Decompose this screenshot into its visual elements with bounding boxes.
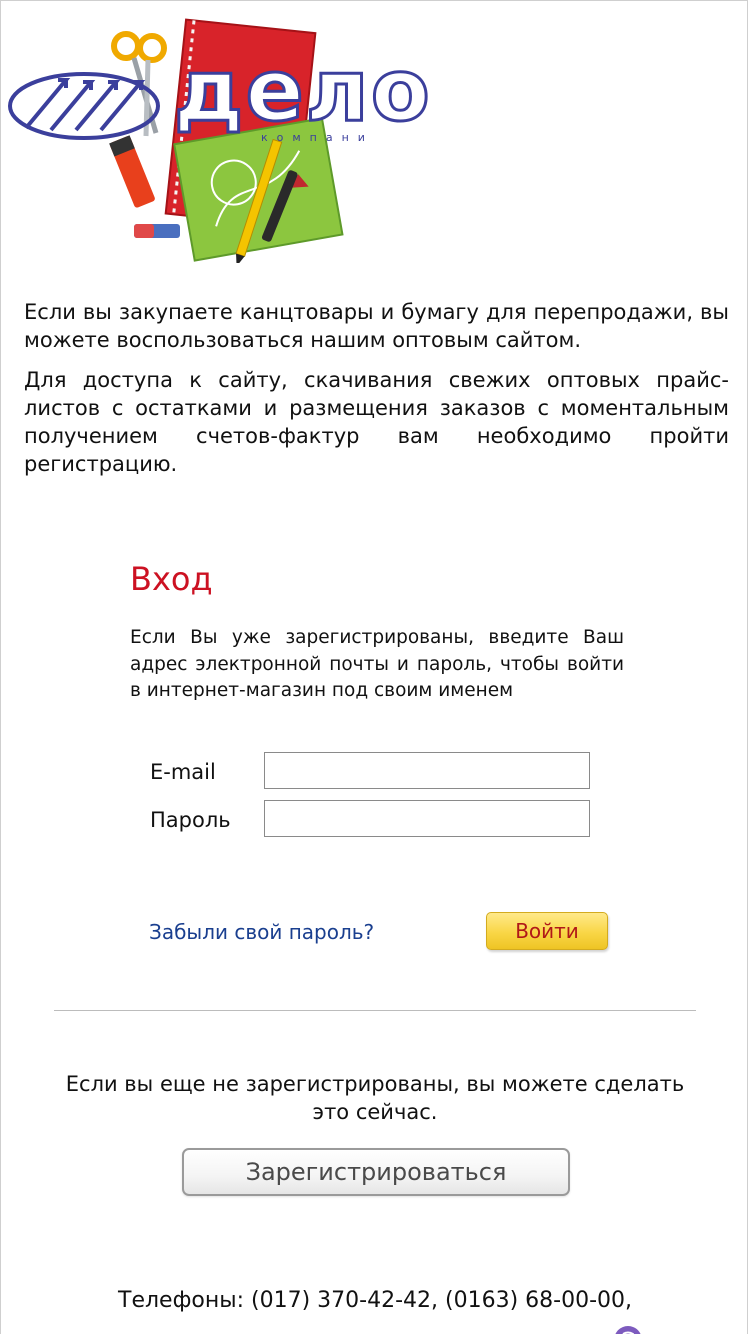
footer-phones: Телефоны: (017) 370-42-42, (0163) 68-00-… — [0, 1288, 750, 1313]
email-label: E-mail — [150, 760, 216, 784]
login-description: Если Вы уже зарегистрированы, введите Ва… — [130, 627, 624, 701]
login-button[interactable]: Войти — [486, 912, 608, 950]
password-label: Пароль — [150, 808, 231, 832]
register-prompt: Если вы еще не зарегистрированы, вы може… — [65, 1072, 685, 1124]
company-logo[interactable]: дело компани — [6, 18, 431, 263]
password-input[interactable] — [264, 800, 590, 837]
email-input[interactable] — [264, 752, 590, 789]
intro-text: Если вы закупаете канцтовары и бумагу дл… — [24, 298, 729, 490]
phones-text: Телефоны: (017) 370-42-42, (0163) 68-00-… — [118, 1288, 632, 1313]
login-title: Вход — [130, 560, 213, 598]
section-divider — [54, 1010, 696, 1011]
brand-wordmark: дело — [173, 41, 432, 141]
register-button[interactable]: Зарегистрироваться — [182, 1148, 570, 1196]
viber-icon[interactable] — [612, 1324, 644, 1334]
intro-paragraph-wholesale: Если вы закупаете канцтовары и бумагу дл… — [24, 300, 729, 352]
forgot-password-link[interactable]: Забыли свой пароль? — [149, 920, 374, 944]
intro-paragraph-registration: Для доступа к сайту, скачивания свежих о… — [24, 368, 729, 476]
brand-subtitle: компани — [261, 131, 374, 144]
